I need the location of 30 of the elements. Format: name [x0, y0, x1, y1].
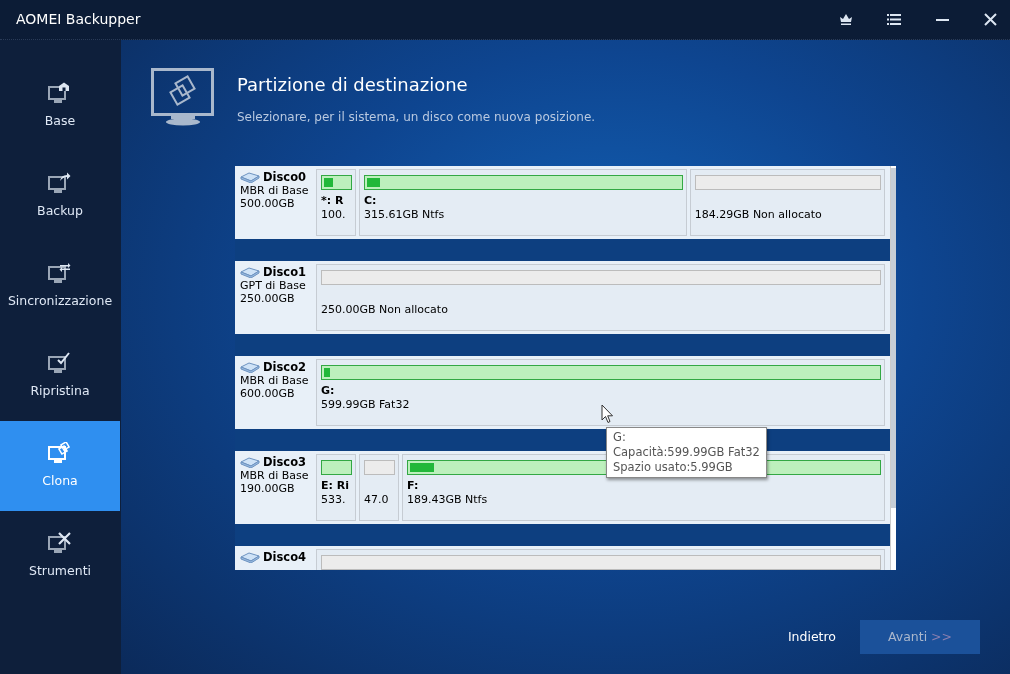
partition-detail: 100.: [321, 208, 347, 222]
partition-detail: 184.29GB Non allocato: [694, 208, 823, 222]
page-title: Partizione di destinazione: [237, 73, 469, 97]
tooltip: G: Capacità:599.99GB Fat32 Spazio usato:5.99GB: [606, 427, 767, 478]
disk-name: Disco1: [263, 266, 307, 279]
partition-detail: 189.43GB Ntfs: [407, 493, 489, 507]
partition-detail: 533.: [321, 493, 347, 507]
partition-label: G:: [321, 384, 336, 398]
partition-label: C:: [364, 194, 378, 208]
disk-size: 500.00GB: [240, 197, 296, 210]
disk-type: MBR di Base: [240, 374, 310, 387]
disk-name: Disco2: [263, 361, 307, 374]
partition-detail: 599.99GB Fat32: [321, 398, 411, 412]
disk-type: GPT di Base: [240, 279, 307, 292]
partition-detail: 250.00GB Non allocato: [321, 303, 449, 317]
disk-name: Disco0: [263, 171, 307, 184]
disk-name: Disco4: [263, 551, 307, 564]
page-subtitle: Selezionare, per il sistema, un disco come nuova posizione.: [237, 109, 596, 126]
disk-size: 250.00GB: [240, 292, 296, 305]
disk-type: MBR di Base: [240, 184, 310, 197]
disk-size: 190.00GB: [240, 482, 296, 495]
disk-size: 600.00GB: [240, 387, 296, 400]
disk-name: Disco3: [263, 456, 307, 469]
partition-label: F:: [407, 479, 420, 493]
disk-type: MBR di Base: [240, 469, 310, 482]
partition-label: *: R: [321, 194, 345, 208]
partition-label: E: Ri: [321, 479, 350, 493]
window-title: AOMEI Backupper: [16, 10, 142, 29]
partition-detail: 315.61GB Ntfs: [364, 208, 446, 222]
partition-detail: 47.0: [364, 493, 390, 507]
